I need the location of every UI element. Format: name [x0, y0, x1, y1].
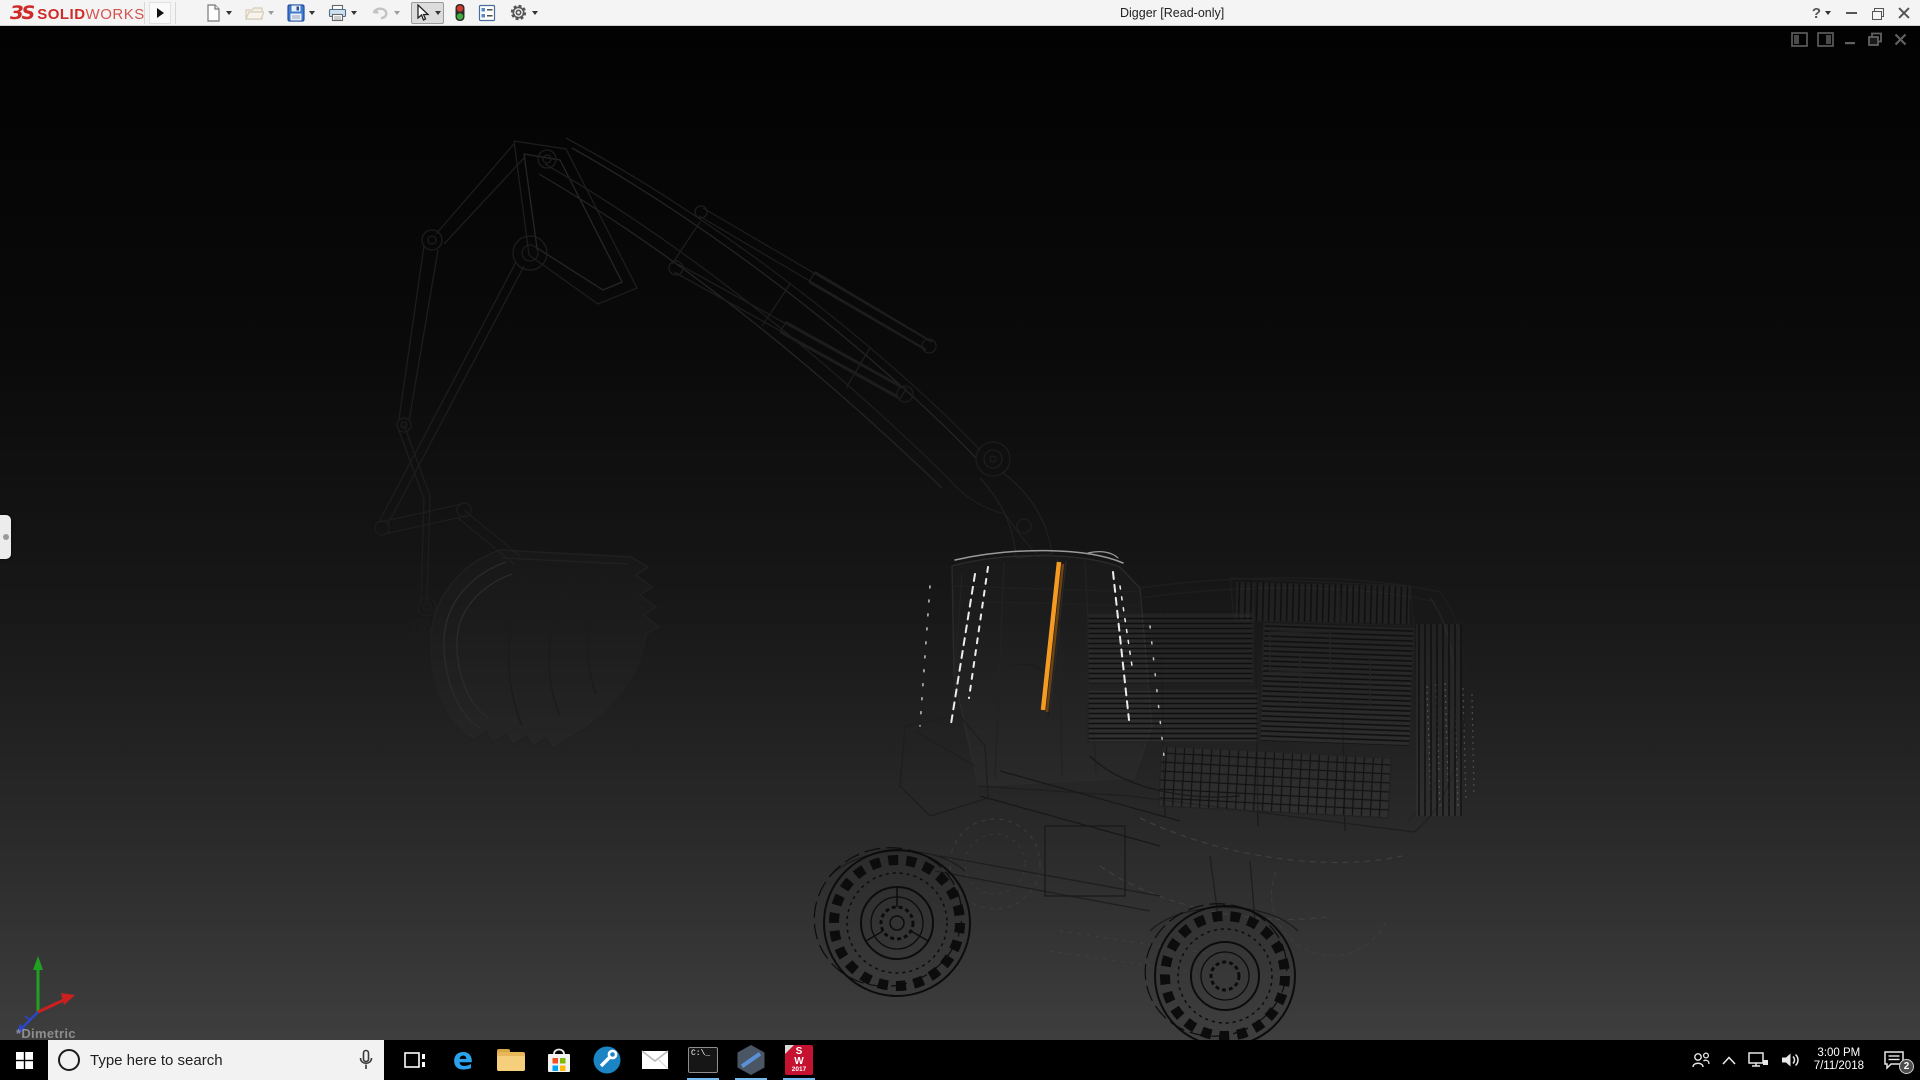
notification-badge: 2: [1899, 1059, 1914, 1074]
search-input[interactable]: Type here to search: [48, 1040, 384, 1080]
taskbar-apps: e: [391, 1040, 823, 1080]
doc-minimize-icon[interactable]: [1843, 32, 1858, 47]
flyout-arrow-icon: [157, 8, 164, 18]
people-button[interactable]: [1686, 1040, 1716, 1080]
solidworks-2017-icon: S W 2017: [785, 1045, 813, 1075]
support-tool-button[interactable]: [583, 1040, 631, 1080]
people-icon: [1691, 1051, 1711, 1069]
tray-overflow-button[interactable]: [1716, 1040, 1742, 1080]
print-button[interactable]: [326, 2, 359, 24]
document-window-controls: [1791, 32, 1908, 47]
desktop: ЗSSOLIDWORKS: [0, 0, 1920, 1080]
doc-pane-icon[interactable]: [1791, 32, 1808, 47]
graphics-viewport[interactable]: *Dimetric: [0, 26, 1920, 1040]
save-dropdown-caret[interactable]: [309, 11, 315, 15]
doc-restore-icon[interactable]: [1867, 32, 1884, 47]
help-icon: ?: [1812, 5, 1821, 22]
command-prompt-icon: C:\_: [688, 1047, 718, 1073]
new-document-button[interactable]: [202, 2, 234, 24]
solidworks-logo: ЗSSOLIDWORKS: [0, 2, 140, 24]
boom-wireframe[interactable]: [375, 138, 1010, 636]
quick-access-toolbar: [202, 2, 549, 24]
separator: [144, 2, 145, 24]
open-dropdown-caret[interactable]: [268, 11, 274, 15]
print-dropdown-caret[interactable]: [351, 11, 357, 15]
mail-button[interactable]: [631, 1040, 679, 1080]
front-right-wheel[interactable]: [1133, 891, 1299, 1040]
rebuild-button[interactable]: [453, 3, 467, 22]
window-title: Digger [Read-only]: [1120, 0, 1224, 26]
task-view-icon: [403, 1049, 427, 1071]
cortana-icon[interactable]: [58, 1049, 80, 1071]
help-button[interactable]: ?: [1812, 5, 1831, 22]
minimize-button[interactable]: [1846, 12, 1857, 14]
file-properties-icon: [478, 4, 496, 22]
solidworks-2017-button[interactable]: S W 2017: [775, 1040, 823, 1080]
rebuild-trafficlight-icon: [453, 3, 467, 22]
network-icon: [1747, 1051, 1769, 1069]
microphone-icon[interactable]: [358, 1049, 374, 1071]
command-prompt-button[interactable]: C:\_: [679, 1040, 727, 1080]
titlebar: ЗSSOLIDWORKS: [0, 0, 1920, 26]
doc-pane2-icon[interactable]: [1817, 32, 1834, 47]
wheels-wireframe[interactable]: [800, 832, 1300, 1040]
restore-button[interactable]: [1872, 8, 1883, 18]
new-document-icon: [204, 4, 222, 22]
orientation-triad: [16, 956, 75, 1034]
feature-tree-collapsed-tab[interactable]: [0, 515, 11, 559]
mail-icon: [641, 1050, 669, 1070]
clock-date: 7/11/2018: [1814, 1060, 1864, 1073]
network-button[interactable]: [1742, 1040, 1774, 1080]
search-placeholder: Type here to search: [90, 1052, 348, 1069]
windows-logo-icon: [16, 1052, 33, 1069]
system-tray: 3:00 PM 7/11/2018 2: [1686, 1040, 1920, 1080]
windows-taskbar: Type here to search e: [0, 1040, 1920, 1080]
view-orientation-label: *Dimetric: [16, 1026, 76, 1040]
solidworks-logo-mark: ЗS: [10, 2, 33, 24]
bucket-wireframe[interactable]: [431, 550, 659, 749]
utility-app-button[interactable]: [727, 1040, 775, 1080]
store-button[interactable]: [535, 1040, 583, 1080]
options-dropdown-caret[interactable]: [532, 11, 538, 15]
start-button[interactable]: [0, 1040, 48, 1080]
window-controls: ?: [1812, 0, 1910, 26]
model-canvas[interactable]: [0, 26, 1920, 1040]
store-icon: [546, 1046, 572, 1074]
save-floppy-icon: [287, 4, 305, 22]
file-explorer-icon: [497, 1049, 525, 1071]
close-button[interactable]: [1898, 7, 1910, 19]
edge-button[interactable]: e: [439, 1040, 487, 1080]
undo-button[interactable]: [368, 2, 402, 24]
hexagon-app-icon: [736, 1045, 766, 1075]
menu-flyout-button[interactable]: [149, 2, 171, 24]
select-button[interactable]: [411, 2, 444, 24]
task-view-button[interactable]: [391, 1040, 439, 1080]
volume-button[interactable]: [1774, 1040, 1806, 1080]
new-dropdown-caret[interactable]: [226, 11, 232, 15]
clock-time: 3:00 PM: [1814, 1047, 1864, 1060]
separator: [175, 2, 176, 24]
undo-dropdown-caret[interactable]: [394, 11, 400, 15]
save-button[interactable]: [285, 2, 317, 24]
action-center-button[interactable]: 2: [1872, 1040, 1916, 1080]
tree-tab-handle-icon: [3, 534, 9, 540]
select-cursor-icon: [414, 4, 431, 22]
speaker-icon: [1780, 1051, 1800, 1069]
select-dropdown-caret[interactable]: [435, 11, 441, 15]
file-explorer-button[interactable]: [487, 1040, 535, 1080]
body-wireframe[interactable]: [830, 578, 1466, 931]
wrench-circle-icon: [592, 1045, 622, 1075]
options-button[interactable]: [507, 2, 540, 24]
print-icon: [328, 4, 347, 22]
edge-icon: e: [453, 1045, 473, 1075]
chevron-up-icon: [1722, 1056, 1736, 1065]
help-dropdown-caret[interactable]: [1825, 11, 1831, 15]
options-gear-icon: [509, 3, 528, 22]
open-folder-icon: [245, 4, 264, 22]
open-button[interactable]: [243, 2, 276, 24]
doc-close-icon[interactable]: [1893, 32, 1908, 47]
file-properties-button[interactable]: [478, 4, 496, 22]
undo-icon: [370, 4, 390, 22]
clock[interactable]: 3:00 PM 7/11/2018: [1806, 1040, 1872, 1080]
